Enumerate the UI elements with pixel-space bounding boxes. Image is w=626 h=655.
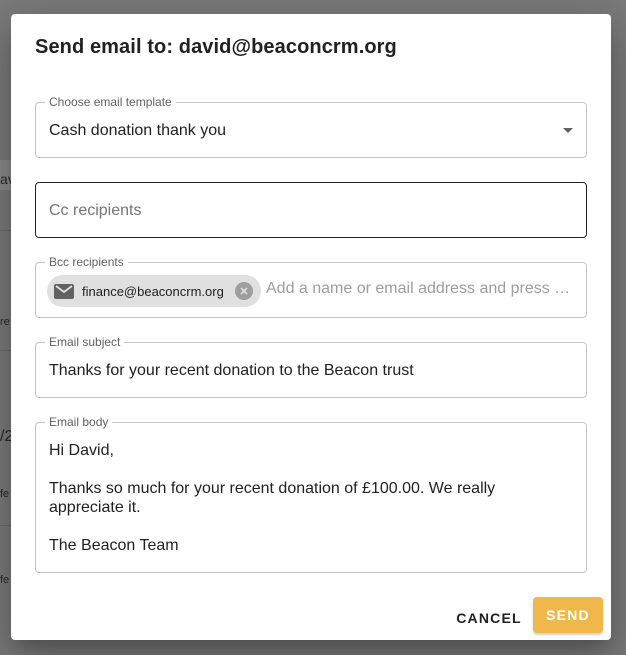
cc-recipients-field[interactable]: Cc recipients	[35, 182, 587, 238]
bcc-recipients-field[interactable]: Bcc recipients finance@beaconcrm.org Add…	[35, 255, 587, 318]
email-template-select[interactable]: Choose email template Cash donation than…	[35, 95, 587, 158]
send-email-dialog: Send email to: david@beaconcrm.org Choos…	[11, 14, 611, 640]
email-template-value: Cash donation thank you	[49, 122, 227, 139]
body-line: Hi David,	[49, 442, 114, 459]
dialog-title: Send email to: david@beaconcrm.org	[35, 36, 397, 58]
dropdown-arrow-icon[interactable]	[563, 128, 573, 133]
cancel-button[interactable]: CANCEL	[451, 600, 527, 636]
email-body-text[interactable]: Hi David, Thanks so much for your recent…	[49, 441, 569, 555]
body-line: The Beacon Team	[49, 537, 179, 554]
email-body-label: Email body	[45, 415, 113, 429]
send-button[interactable]: SEND	[533, 597, 603, 633]
email-subject-value: Thanks for your recent donation to the B…	[49, 362, 414, 379]
background-text: fe	[0, 488, 10, 500]
email-icon	[54, 283, 74, 299]
recipient-chip-label: finance@beaconcrm.org	[82, 283, 224, 299]
cancel-circle-icon[interactable]	[235, 282, 253, 300]
body-line	[49, 517, 569, 536]
body-line: appreciate it.	[49, 499, 141, 516]
email-body-field[interactable]: Email body Hi David, Thanks so much for …	[35, 415, 587, 573]
cc-recipients-placeholder: Cc recipients	[49, 202, 142, 219]
bcc-recipient-input[interactable]: Add a name or email address and press e.…	[266, 280, 576, 298]
email-subject-field[interactable]: Email subject Thanks for your recent don…	[35, 335, 587, 398]
background-text: re	[0, 316, 10, 328]
email-template-label: Choose email template	[45, 95, 176, 109]
bcc-recipients-label: Bcc recipients	[45, 255, 128, 269]
background-text: fe	[0, 574, 10, 586]
body-line: Thanks so much for your recent donation …	[49, 480, 496, 497]
body-line	[49, 460, 569, 479]
email-subject-label: Email subject	[45, 335, 125, 349]
recipient-chip[interactable]: finance@beaconcrm.org	[47, 275, 261, 307]
